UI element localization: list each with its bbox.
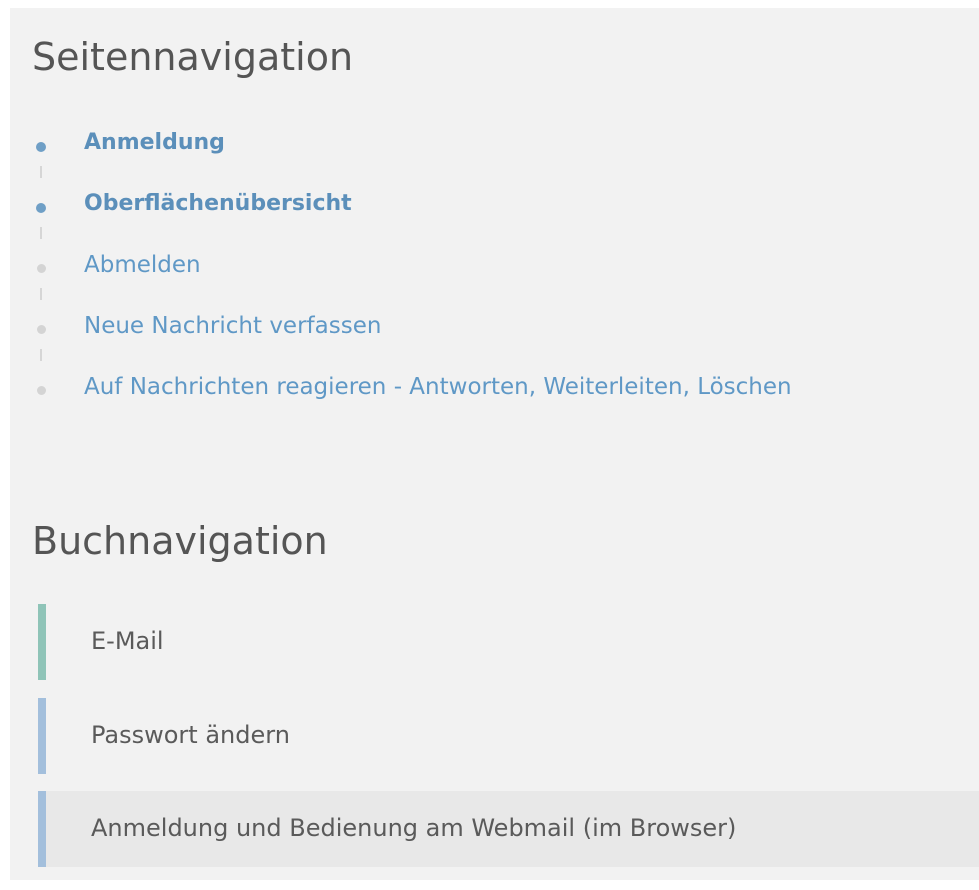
page-nav-item-abmelden: Abmelden [10,252,979,302]
page-nav-item-anmeldung: Anmeldung [10,130,979,180]
page-nav-item-oberflaechenuebersicht: Oberflächenübersicht [10,191,979,241]
accent-bar [38,698,46,774]
inactive-bullet-icon [37,325,46,334]
book-nav-item-email[interactable]: E-Mail [38,604,979,680]
book-nav-label: Anmeldung und Bedienung am Webmail (im B… [91,814,737,842]
active-bullet-icon [36,142,46,152]
page-nav-link-neue-nachricht[interactable]: Neue Nachricht verfassen [84,311,381,341]
book-navigation-title: Buchnavigation [32,519,328,563]
connector-line [40,288,42,300]
connector-line [40,227,42,239]
book-nav-label: E-Mail [91,627,164,655]
accent-bar [38,791,46,867]
connector-line [40,166,42,178]
book-nav-item-webmail[interactable]: Anmeldung und Bedienung am Webmail (im B… [38,791,979,867]
navigation-panel: Seitennavigation Anmeldung Oberflächenüb… [10,8,979,880]
accent-bar [38,604,46,680]
book-nav-label: Passwort ändern [91,721,290,749]
page-nav-link-anmeldung[interactable]: Anmeldung [84,128,225,158]
inactive-bullet-icon [37,386,46,395]
page-nav-link-auf-nachrichten-reagieren[interactable]: Auf Nachrichten reagieren - Antworten, W… [84,372,792,402]
page-nav-link-abmelden[interactable]: Abmelden [84,250,201,280]
inactive-bullet-icon [37,264,46,273]
connector-line [40,349,42,361]
active-bullet-icon [36,203,46,213]
page-nav-item-auf-nachrichten-reagieren: Auf Nachrichten reagieren - Antworten, W… [10,374,979,424]
page-nav-link-oberflaechenuebersicht[interactable]: Oberflächenübersicht [84,189,352,219]
page-navigation-title: Seitennavigation [32,35,354,79]
page-nav-item-neue-nachricht: Neue Nachricht verfassen [10,313,979,363]
book-nav-item-passwort-aendern[interactable]: Passwort ändern [38,698,979,774]
